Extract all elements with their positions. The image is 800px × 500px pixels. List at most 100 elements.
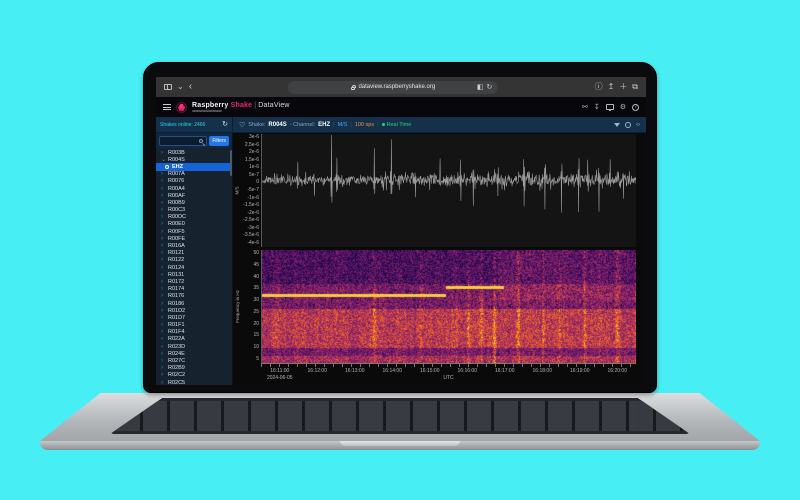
station-row[interactable]: › R00A4 (156, 185, 232, 192)
reload-icon[interactable]: ↻ (486, 83, 492, 91)
sidebar-toggle-icon[interactable] (164, 84, 172, 90)
station-label: R0186 (168, 300, 185, 307)
channel-row-selected[interactable]: EHZ (156, 163, 232, 171)
info-icon[interactable]: ⓘ (595, 83, 603, 91)
date-label: 2024-06-05 (266, 375, 293, 381)
station-row[interactable]: ⌄ R004S (156, 156, 232, 163)
search-input[interactable] (159, 135, 208, 146)
station-row[interactable]: › R00AF (156, 192, 232, 199)
tabs-icon[interactable]: ⧉ (632, 83, 638, 91)
reader-icon[interactable]: ◧ (477, 83, 484, 91)
station-row[interactable]: › R027C (156, 357, 232, 364)
display-icon[interactable] (605, 104, 614, 111)
station-row[interactable]: › R007A (156, 171, 232, 178)
units-label[interactable]: M/S (338, 122, 348, 128)
filters-button[interactable]: Filters (209, 135, 229, 146)
station-row[interactable]: › R0176 (156, 293, 232, 300)
share-nodes-icon[interactable]: ⚯ (582, 103, 588, 111)
station-row[interactable]: › R00F5 (156, 228, 232, 235)
station-label: R024E (168, 350, 185, 357)
chevron-down-icon[interactable]: ⌄ (177, 83, 184, 91)
menu-icon[interactable] (163, 104, 171, 110)
chevron-right-icon: › (161, 350, 163, 357)
station-row[interactable]: › R0122 (156, 257, 232, 264)
station-row[interactable]: › R00DC (156, 214, 232, 221)
station-row[interactable]: › R02C5 (156, 379, 232, 385)
station-row[interactable]: › R0121 (156, 250, 232, 257)
keyboard-keys (116, 401, 684, 431)
station-label: R0124 (168, 264, 185, 271)
station-row[interactable]: › R016A (156, 242, 232, 249)
station-label: R01F1 (168, 322, 185, 329)
station-label: R01F4 (168, 329, 185, 336)
status-toolbar: Shakes online: 2466 ↻ ♡ Shake: R004S - C… (156, 117, 646, 133)
spectrogram-panel: Frequency in Hz 50 45 40 35 30 25 20 15 10 5 (233, 250, 636, 363)
filter-icon[interactable] (614, 122, 620, 127)
address-bar[interactable]: dataview.raspberryshake.org ◧ ↻ (288, 80, 499, 94)
station-label: R027C (168, 358, 186, 365)
sample-rate-label: 100 sps (354, 121, 375, 128)
station-row[interactable]: › R01F1 (156, 322, 232, 329)
share-icon[interactable]: ↥ (608, 83, 615, 91)
logo-tagline (192, 110, 222, 112)
sidebar-scrollbar[interactable] (230, 150, 232, 176)
chevron-right-icon: › (161, 207, 163, 214)
waveform-plot[interactable] (261, 134, 636, 247)
station-row[interactable]: › R022A (156, 336, 232, 343)
station-row[interactable]: › R024E (156, 350, 232, 357)
waveform-panel: M/S 3e-6 2.5e-6 2e-6 1.5e-6 1e-6 5e-7 0 -5e-7 -1… (233, 134, 636, 247)
station-row[interactable]: › R0174 (156, 286, 232, 293)
expand-icon[interactable]: ‹› (636, 122, 640, 128)
chevron-right-icon: › (161, 221, 163, 228)
station-row[interactable]: › R01F4 (156, 329, 232, 336)
url-text: dataview.raspberryshake.org (358, 84, 436, 90)
new-tab-icon[interactable]: ＋ (619, 83, 627, 91)
station-row[interactable]: › R0186 (156, 300, 232, 307)
time-tick-label: 16:15:00 (420, 368, 440, 374)
station-row[interactable]: › R0172 (156, 278, 232, 285)
laptop-keyboard (110, 398, 690, 434)
favorite-heart-icon[interactable]: ♡ (239, 121, 245, 129)
help-icon[interactable]: ? (632, 103, 639, 111)
lock-icon (351, 84, 357, 90)
station-row[interactable]: › R00B9 (156, 199, 232, 206)
waveform-yticks: 3e-6 2.5e-6 2e-6 1.5e-6 1e-6 5e-7 0 -5e-7 -1e-6-… (243, 134, 259, 246)
channel-icon (165, 164, 169, 169)
globe-icon[interactable] (625, 121, 631, 128)
chevron-right-icon: › (161, 336, 163, 343)
back-icon[interactable]: ‹ (189, 82, 192, 92)
waveform-ylabel: M/S (234, 186, 240, 195)
station-label: R02B9 (168, 365, 185, 372)
time-tick-label: 16:16:00 (457, 368, 477, 374)
download-icon[interactable]: ↧ (594, 103, 600, 111)
station-row[interactable]: › R00E0 (156, 221, 232, 228)
station-row[interactable]: › R00C3 (156, 207, 232, 214)
station-row[interactable]: › R01D2 (156, 307, 232, 314)
refresh-icon[interactable]: ↻ (222, 121, 228, 128)
station-row[interactable]: › R003B (156, 149, 232, 156)
time-tick-label: 16:12:00 (307, 368, 327, 374)
station-row[interactable]: › R0131 (156, 271, 232, 278)
station-name: R004S (268, 121, 287, 128)
browser-toolbar: ⌄ ‹ dataview.raspberryshake.org ◧ ↻ ⓘ ↥ … (156, 77, 646, 97)
station-row[interactable]: › R0124 (156, 264, 232, 271)
chevron-right-icon: › (161, 149, 163, 156)
station-row[interactable]: › R02B9 (156, 365, 232, 372)
utc-label: UTC (443, 375, 454, 381)
station-row[interactable]: › R0076 (156, 178, 232, 185)
chevron-right-icon: › (161, 286, 163, 293)
station-label: R00B9 (168, 199, 185, 206)
station-row[interactable]: › R01D7 (156, 314, 232, 321)
station-prefix: Shake: (248, 121, 266, 128)
chevron-right-icon: › (161, 192, 163, 199)
station-row[interactable]: › R023D (156, 343, 232, 350)
spectrogram-image (262, 250, 636, 363)
settings-gear-icon[interactable]: ⚙ (620, 103, 626, 111)
spectrogram-plot[interactable] (261, 250, 636, 363)
station-row[interactable]: › R00FE (156, 235, 232, 242)
station-label: R0176 (168, 293, 185, 300)
realtime-badge[interactable]: Real Time (382, 122, 412, 128)
chevron-right-icon: › (161, 235, 163, 242)
station-row[interactable]: › R02C2 (156, 372, 232, 379)
chevron-right-icon: › (161, 343, 163, 350)
